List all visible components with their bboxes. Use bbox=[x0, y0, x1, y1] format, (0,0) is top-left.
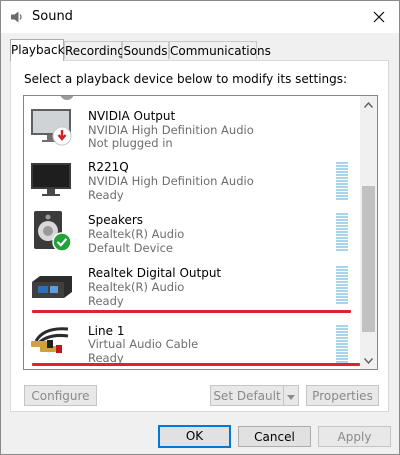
default-device-check-icon bbox=[52, 232, 72, 252]
scroll-down-button[interactable] bbox=[360, 352, 377, 369]
apply-button[interactable]: Apply bbox=[318, 426, 391, 447]
close-icon bbox=[373, 11, 385, 23]
chevron-up-icon bbox=[364, 101, 373, 108]
device-driver: Virtual Audio Cable bbox=[88, 337, 199, 351]
device-status: Default Device bbox=[88, 241, 174, 255]
device-name: Speakers bbox=[88, 213, 144, 227]
scroll-up-button[interactable] bbox=[360, 96, 377, 113]
unplugged-badge-icon bbox=[52, 126, 72, 146]
rca-cable-icon bbox=[31, 327, 69, 353]
device-status: Ready bbox=[88, 294, 124, 308]
instruction-text: Select a playback device below to modify… bbox=[24, 72, 348, 86]
device-driver: Realtek(R) Audio bbox=[88, 280, 185, 294]
ok-button[interactable]: OK bbox=[158, 425, 231, 448]
device-status: Ready bbox=[88, 188, 124, 202]
tab-playback[interactable]: Playback bbox=[10, 39, 65, 61]
list-item[interactable]: Speakers Realtek(R) Audio Default Device bbox=[24, 201, 360, 255]
device-driver: NVIDIA High Definition Audio bbox=[88, 123, 254, 137]
device-driver: NVIDIA High Definition Audio bbox=[88, 174, 254, 188]
list-item[interactable]: R221Q NVIDIA High Definition Audio Ready bbox=[24, 148, 360, 202]
set-default-dropdown[interactable] bbox=[283, 385, 299, 406]
level-meter bbox=[336, 162, 348, 201]
monitor-icon bbox=[31, 163, 71, 196]
device-name: Line 1 bbox=[88, 324, 125, 338]
highlight-underline bbox=[32, 363, 360, 366]
tab-communications[interactable]: Communications bbox=[169, 41, 271, 59]
scroll-thumb[interactable] bbox=[362, 186, 375, 332]
set-default-button[interactable]: Set Default bbox=[210, 385, 284, 406]
level-meter bbox=[336, 213, 348, 252]
digital-output-icon bbox=[32, 276, 72, 298]
tab-sounds[interactable]: Sounds bbox=[122, 41, 169, 59]
tab-recording[interactable]: Recording bbox=[64, 41, 125, 59]
chevron-down-icon bbox=[287, 395, 295, 400]
device-list[interactable]: NVIDIA Output NVIDIA High Definition Aud… bbox=[23, 95, 378, 370]
device-name: R221Q bbox=[88, 160, 129, 174]
configure-button[interactable]: Configure bbox=[24, 385, 97, 406]
chevron-down-icon bbox=[364, 357, 373, 364]
cancel-button[interactable]: Cancel bbox=[238, 426, 311, 447]
window-title: Sound bbox=[32, 9, 73, 24]
device-name: Realtek Digital Output bbox=[88, 266, 222, 280]
device-name: NVIDIA Output bbox=[88, 109, 176, 123]
device-driver: Realtek(R) Audio bbox=[88, 227, 185, 241]
speaker-icon bbox=[11, 11, 22, 23]
level-meter bbox=[336, 325, 348, 364]
close-button[interactable] bbox=[359, 1, 399, 33]
device-list-scrollbar[interactable] bbox=[360, 96, 377, 369]
list-item[interactable]: Realtek Digital Output Realtek(R) Audio … bbox=[24, 254, 360, 308]
list-item[interactable]: Line 1 Virtual Audio Cable Ready bbox=[24, 311, 360, 366]
properties-button[interactable]: Properties bbox=[306, 385, 379, 406]
sound-dialog: Sound Playback Recording Sounds Communic… bbox=[0, 0, 400, 455]
list-item[interactable]: NVIDIA Output NVIDIA High Definition Aud… bbox=[24, 96, 360, 150]
title-bar: Sound bbox=[1, 1, 399, 33]
level-meter bbox=[336, 266, 348, 305]
playback-panel: Select a playback device below to modify… bbox=[10, 60, 389, 412]
